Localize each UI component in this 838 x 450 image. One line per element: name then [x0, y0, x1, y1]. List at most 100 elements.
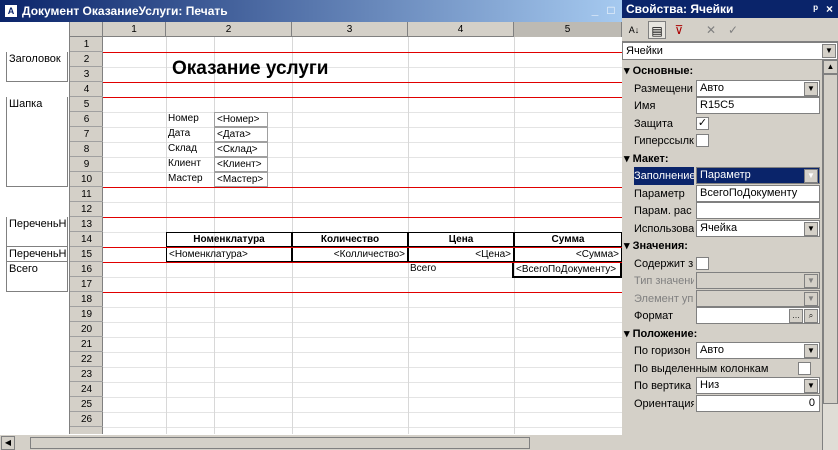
- close-icon[interactable]: ×: [826, 0, 833, 18]
- chevron-down-icon[interactable]: ▼: [804, 292, 818, 306]
- chevron-down-icon[interactable]: ▼: [804, 274, 818, 288]
- document-title-bar[interactable]: A Документ ОказаниеУслуги: Печать _ □: [0, 0, 622, 22]
- corner-cell[interactable]: [70, 22, 103, 37]
- column-header-selected[interactable]: 5: [514, 22, 622, 37]
- delete-icon[interactable]: ✕: [702, 21, 720, 39]
- prop-value-fill[interactable]: Параметр ▼: [696, 167, 820, 184]
- prop-checkbox-selcols[interactable]: [798, 362, 811, 375]
- param-quantity[interactable]: <Колличество>: [292, 247, 408, 262]
- label-client[interactable]: Клиент: [166, 157, 214, 172]
- row-header[interactable]: 11: [70, 187, 103, 202]
- prop-value-orient[interactable]: 0: [696, 395, 820, 412]
- collapse-icon[interactable]: ▾: [624, 153, 630, 165]
- row-header[interactable]: 20: [70, 322, 103, 337]
- maximize-button[interactable]: □: [604, 4, 618, 18]
- prop-checkbox-contains[interactable]: [696, 257, 709, 270]
- scroll-left-icon[interactable]: ◀: [1, 436, 15, 450]
- row-header[interactable]: 3: [70, 67, 103, 82]
- label-warehouse[interactable]: Склад: [166, 142, 214, 157]
- scroll-thumb[interactable]: [30, 437, 530, 449]
- prop-value-valtype[interactable]: ▼: [696, 272, 820, 289]
- collapse-icon[interactable]: ▾: [624, 328, 630, 340]
- row-header[interactable]: 17: [70, 277, 103, 292]
- param-nomenclature[interactable]: <Номенклатура>: [166, 247, 292, 262]
- row-header[interactable]: 23: [70, 367, 103, 382]
- group-shapka[interactable]: Шапка: [6, 97, 68, 187]
- report-title[interactable]: Оказание услуги: [166, 52, 331, 82]
- prop-value-vert[interactable]: Низ ▼: [696, 377, 820, 394]
- collapse-icon[interactable]: ▾: [624, 240, 630, 252]
- scroll-thumb-vertical[interactable]: [823, 74, 838, 404]
- row-header[interactable]: 24: [70, 382, 103, 397]
- chevron-down-icon[interactable]: ▼: [804, 82, 818, 96]
- prop-value-usage[interactable]: Ячейка ▼: [696, 220, 820, 237]
- row-header[interactable]: 10: [70, 172, 103, 187]
- filter-icon[interactable]: ⊽: [670, 21, 688, 39]
- row-header[interactable]: 14: [70, 232, 103, 247]
- prop-value-placement[interactable]: Авто ▼: [696, 80, 820, 97]
- row-header[interactable]: 25: [70, 397, 103, 412]
- scroll-up-icon[interactable]: ▲: [823, 60, 838, 74]
- row-header[interactable]: 26: [70, 412, 103, 427]
- ellipsis-icon[interactable]: …: [789, 309, 803, 323]
- chevron-down-icon[interactable]: ▼: [804, 222, 818, 236]
- prop-checkbox-protect[interactable]: ✓: [696, 117, 709, 130]
- row-header[interactable]: 16: [70, 262, 103, 277]
- row-header[interactable]: 7: [70, 127, 103, 142]
- param-total-selected[interactable]: <ВсегоПоДокументу>: [512, 261, 622, 278]
- spreadsheet-grid[interactable]: 1 2 3 4 5 1 2 3 4 5 6 7 8 9 10 11 12 13 14 15 16 17 18 19 2…: [70, 22, 622, 434]
- column-header[interactable]: 2: [166, 22, 292, 37]
- label-master[interactable]: Мастер: [166, 172, 214, 187]
- chevron-down-icon[interactable]: ▼: [804, 169, 818, 183]
- param-number[interactable]: <Номер>: [214, 112, 268, 127]
- properties-title-bar[interactable]: Свойства: Ячейки ᵖ ×: [622, 0, 838, 18]
- apply-icon[interactable]: ✓: [724, 21, 742, 39]
- table-header-sum[interactable]: Сумма: [514, 232, 622, 247]
- chevron-down-icon[interactable]: ▼: [822, 44, 836, 58]
- row-header[interactable]: 8: [70, 142, 103, 157]
- group-header[interactable]: Заголовок: [6, 52, 68, 82]
- search-icon[interactable]: ⌕: [804, 309, 818, 323]
- param-price[interactable]: <Цена>: [408, 247, 514, 262]
- row-header[interactable]: 5: [70, 97, 103, 112]
- sort-alpha-icon[interactable]: A↓: [625, 21, 643, 39]
- prop-value-paramdec[interactable]: [696, 202, 820, 219]
- prop-value-ctrl[interactable]: ▼: [696, 290, 820, 307]
- table-header-nomenclature[interactable]: Номенклатура: [166, 232, 292, 247]
- row-header[interactable]: 18: [70, 292, 103, 307]
- row-header[interactable]: 19: [70, 307, 103, 322]
- collapse-icon[interactable]: ▾: [624, 65, 630, 77]
- horizontal-scrollbar[interactable]: ◀: [0, 434, 622, 450]
- prop-value-name[interactable]: R15C5: [696, 97, 820, 114]
- row-header[interactable]: 22: [70, 352, 103, 367]
- group-list-header[interactable]: ПереченьНо: [6, 217, 68, 247]
- row-header[interactable]: 15: [70, 247, 103, 262]
- column-header[interactable]: 3: [292, 22, 408, 37]
- group-list-row[interactable]: ПереченьНо: [6, 247, 68, 262]
- prop-value-param[interactable]: ВсегоПоДокументу: [696, 185, 820, 202]
- section-values[interactable]: ▾ Значения:: [622, 237, 822, 255]
- prop-value-horiz[interactable]: Авто ▼: [696, 342, 820, 359]
- table-header-quantity[interactable]: Количество: [292, 232, 408, 247]
- object-selector[interactable]: Ячейки ▼: [622, 42, 838, 60]
- param-warehouse[interactable]: <Склад>: [214, 142, 268, 157]
- label-date[interactable]: Дата: [166, 127, 214, 142]
- row-header[interactable]: 9: [70, 157, 103, 172]
- column-header[interactable]: 4: [408, 22, 514, 37]
- minimize-button[interactable]: _: [588, 4, 602, 18]
- row-header[interactable]: 2: [70, 52, 103, 67]
- chevron-down-icon[interactable]: ▼: [804, 344, 818, 358]
- param-sum[interactable]: <Сумма>: [514, 247, 622, 262]
- categories-icon[interactable]: ▤: [648, 21, 666, 39]
- table-header-price[interactable]: Цена: [408, 232, 514, 247]
- chevron-down-icon[interactable]: ▼: [804, 379, 818, 393]
- row-header[interactable]: 4: [70, 82, 103, 97]
- label-number[interactable]: Номер: [166, 112, 214, 127]
- pin-icon[interactable]: ᵖ: [813, 0, 818, 18]
- param-master[interactable]: <Мастер>: [214, 172, 268, 187]
- param-date[interactable]: <Дата>: [214, 127, 268, 142]
- row-header[interactable]: 1: [70, 37, 103, 52]
- section-layout[interactable]: ▾ Макет:: [622, 150, 822, 168]
- row-header[interactable]: 13: [70, 217, 103, 232]
- column-header[interactable]: 1: [103, 22, 166, 37]
